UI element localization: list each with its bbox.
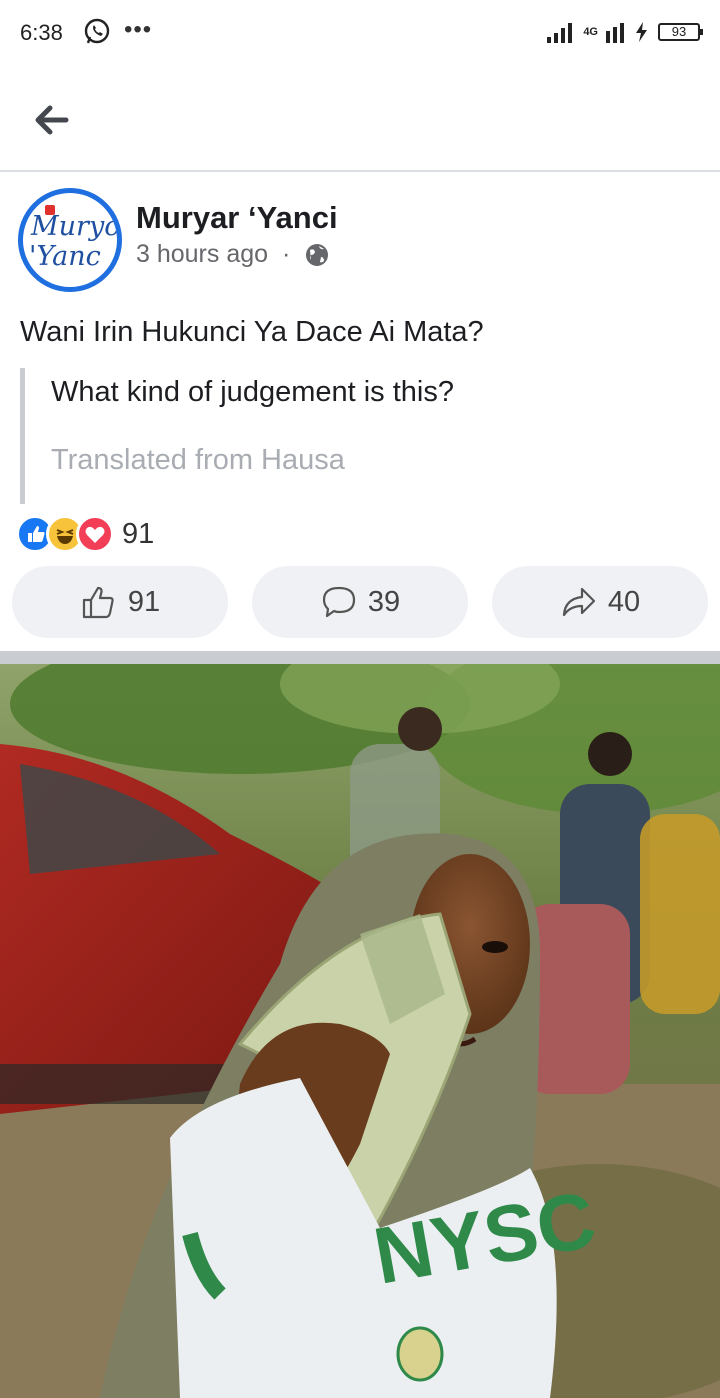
globe-icon — [306, 243, 329, 266]
share-arrow-icon — [562, 587, 595, 617]
charging-icon — [636, 22, 647, 42]
reactions-summary[interactable]: 91 — [16, 514, 154, 554]
share-button[interactable]: 40 — [492, 566, 708, 638]
post-photo[interactable]: NYSC — [0, 664, 720, 1398]
comment-icon — [322, 586, 355, 618]
translated-text: What kind of judgement is this? — [51, 376, 454, 408]
share-count: 40 — [607, 585, 641, 618]
top-app-bar — [0, 66, 720, 172]
signal-icon — [547, 23, 573, 43]
photo-illustration: NYSC — [0, 664, 720, 1398]
meta-separator: · — [282, 240, 291, 268]
post-time[interactable]: 3 hours ago — [136, 240, 268, 269]
whatsapp-icon — [84, 18, 110, 44]
section-divider — [0, 651, 720, 664]
post-actions: 91 39 40 — [0, 566, 720, 640]
translation-note[interactable]: Translated from Hausa — [51, 444, 345, 477]
translation-block: What kind of judgement is this? Translat… — [20, 368, 620, 504]
comment-button[interactable]: 39 — [252, 566, 468, 638]
post-text: Wani Irin Hukunci Ya Dace Ai Mata? — [20, 316, 484, 348]
avatar-logo-text-bottom: 'Yanc — [29, 241, 101, 272]
like-button[interactable]: 91 — [12, 566, 228, 638]
status-bar: 6:38 ••• 4G 93 — [0, 0, 720, 66]
avatar-logo-text-top: Muryc — [31, 211, 120, 242]
reaction-count: 91 — [122, 517, 155, 550]
page-avatar[interactable]: Muryc 'Yanc — [18, 188, 122, 292]
battery-icon: 93 — [658, 23, 703, 41]
comment-count: 39 — [367, 585, 401, 618]
thumbs-up-icon — [82, 586, 114, 619]
love-reaction-icon — [76, 515, 114, 553]
like-count: 91 — [127, 585, 161, 618]
back-arrow-icon[interactable] — [30, 102, 74, 138]
status-indicators: 4G 93 — [547, 18, 703, 46]
post-meta: 3 hours ago · — [136, 240, 330, 269]
signal-icon-2 — [606, 23, 624, 43]
network-type: 4G — [583, 26, 598, 38]
more-notifications-icon: ••• — [124, 16, 153, 43]
status-time: 6:38 — [20, 20, 63, 45]
page-name[interactable]: Muryar ‘Yanci — [136, 200, 338, 236]
